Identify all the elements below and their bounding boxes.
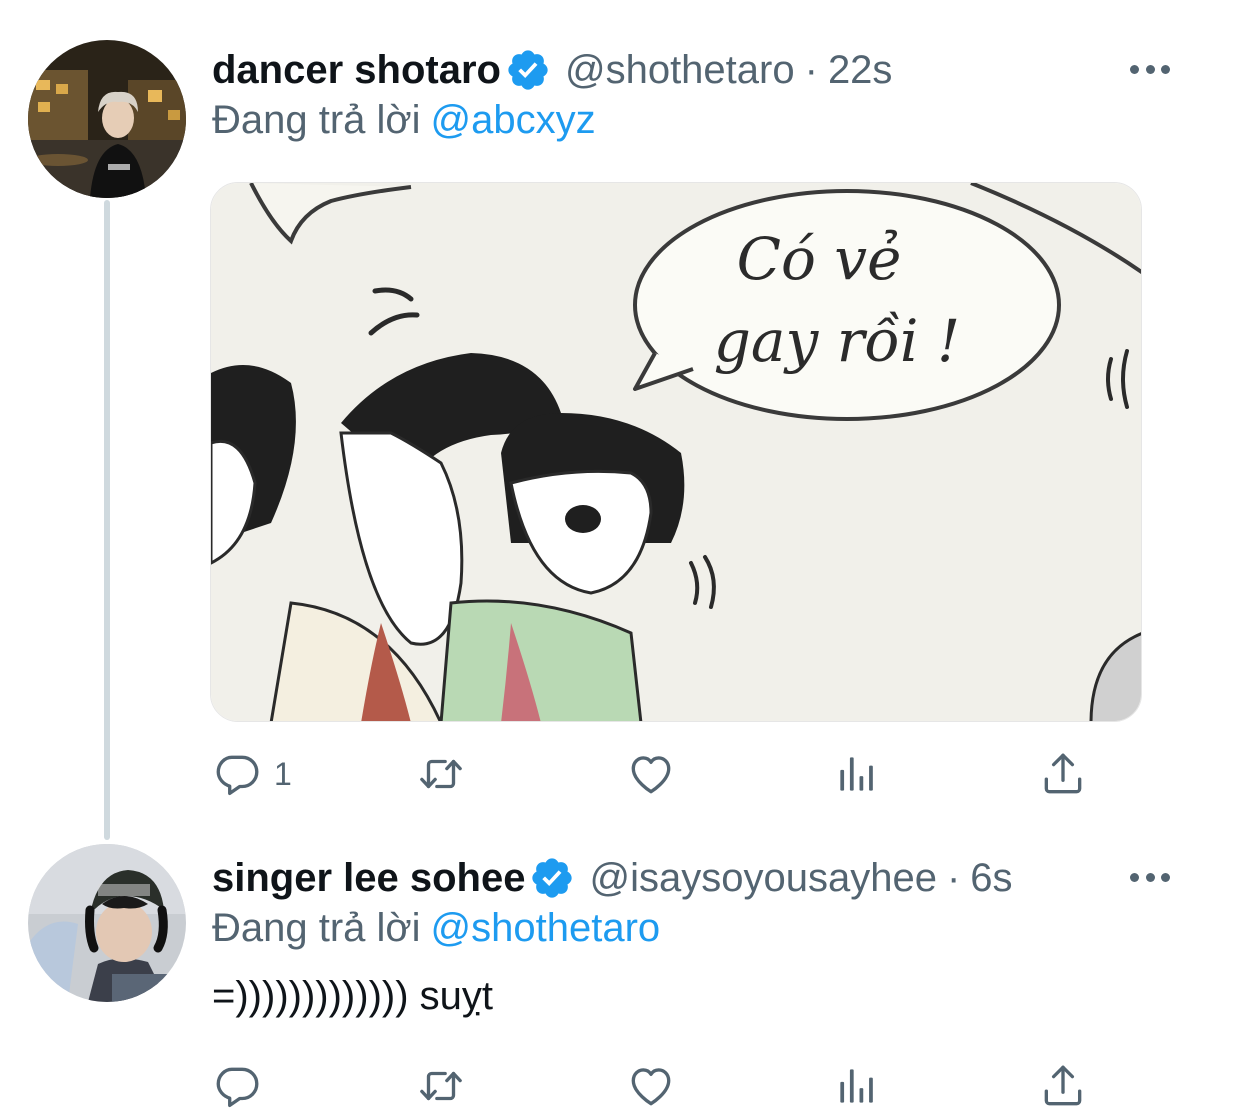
tweet-text: =))))))))))))) suỵt	[212, 974, 493, 1018]
bubble-text-line2: gay rồi !	[714, 307, 960, 375]
views-button[interactable]	[832, 1058, 882, 1114]
share-button[interactable]	[1038, 1058, 1088, 1114]
share-icon	[1038, 749, 1088, 799]
share-button[interactable]	[1038, 746, 1088, 802]
views-icon	[832, 749, 882, 799]
timestamp[interactable]: 6s	[970, 854, 1012, 902]
separator: ·	[946, 856, 961, 900]
reply-count: 1	[274, 755, 292, 792]
tweet-dancer-shotaro[interactable]: dancer shotaro @shothetaro · 22s Đang tr…	[0, 0, 1242, 820]
display-name[interactable]: dancer shotaro	[212, 46, 501, 94]
separator: ·	[804, 48, 818, 92]
tweet-actions	[212, 1058, 1092, 1114]
handle[interactable]: @isaysoyousayhee	[589, 854, 936, 902]
reply-icon	[212, 749, 262, 799]
avatar[interactable]	[28, 844, 186, 1002]
views-icon	[832, 1061, 882, 1111]
reply-icon	[212, 1061, 262, 1111]
replying-prefix: Đang trả lời	[212, 906, 421, 950]
tweet-header: dancer shotaro @shothetaro · 22s	[212, 46, 892, 94]
retweet-button[interactable]	[416, 1058, 466, 1114]
like-button[interactable]	[626, 746, 676, 802]
reply-button[interactable]	[212, 1058, 262, 1114]
tweet-header: singer lee sohee @isaysoyousayhee · 6s	[212, 854, 1013, 902]
share-icon	[1038, 1061, 1088, 1111]
mention-link[interactable]: @shothetaro	[431, 906, 661, 950]
views-button[interactable]	[832, 746, 882, 802]
like-button[interactable]	[626, 1058, 676, 1114]
tweet-singer-lee-sohee[interactable]: singer lee sohee @isaysoyousayhee · 6s Đ…	[0, 820, 1242, 1118]
replying-prefix: Đang trả lời	[212, 98, 421, 142]
verified-badge-icon	[505, 47, 551, 93]
like-icon	[626, 749, 676, 799]
bubble-text-line1: Có vẻ	[737, 225, 902, 293]
tweet-actions: 1	[212, 746, 1092, 802]
handle[interactable]: @shothetaro	[565, 46, 795, 94]
more-icon[interactable]	[1130, 870, 1170, 884]
verified-badge-icon	[529, 855, 575, 901]
more-icon[interactable]	[1130, 62, 1170, 76]
mention-link[interactable]: @abcxyz	[431, 98, 596, 142]
like-icon	[626, 1061, 676, 1111]
replying-to: Đang trả lời @abcxyz	[212, 96, 596, 144]
timestamp[interactable]: 22s	[828, 46, 893, 94]
retweet-button[interactable]	[416, 746, 466, 802]
reply-button[interactable]: 1	[212, 746, 292, 802]
replying-to: Đang trả lời @shothetaro	[212, 904, 660, 952]
retweet-icon	[416, 749, 466, 799]
tweet-image[interactable]: Có vẻ gay rồi !	[210, 182, 1142, 722]
retweet-icon	[416, 1061, 466, 1111]
avatar[interactable]	[28, 40, 186, 198]
display-name[interactable]: singer lee sohee	[212, 854, 525, 902]
